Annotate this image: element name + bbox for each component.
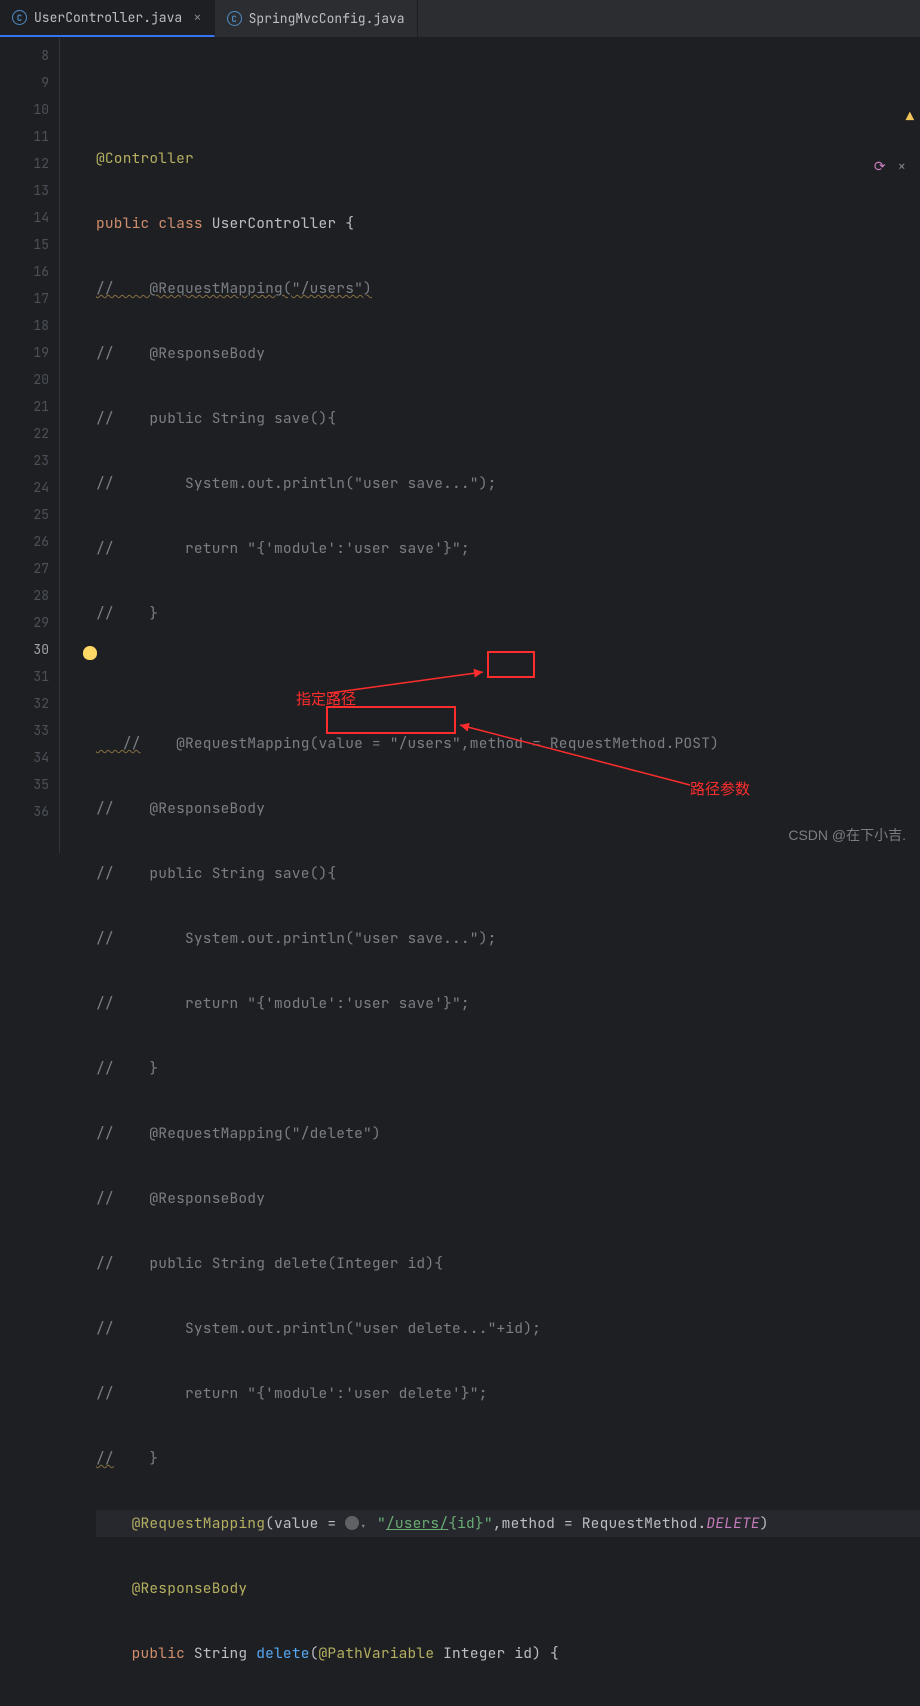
line-number[interactable]: 35: [0, 771, 49, 798]
tab-bar: C UserController.java × C SpringMvcConfi…: [0, 0, 920, 38]
code-line: // @RequestMapping("/delete"): [96, 1120, 920, 1147]
tab-label: SpringMvcConfig.java: [249, 10, 405, 27]
code-line: // @RequestMapping("/users"): [96, 275, 920, 302]
line-number[interactable]: 36: [0, 798, 49, 825]
code-line: // }: [96, 600, 920, 627]
line-number[interactable]: 10: [0, 96, 49, 123]
line-number[interactable]: 12: [0, 150, 49, 177]
line-number[interactable]: 24: [0, 474, 49, 501]
line-number[interactable]: 33: [0, 717, 49, 744]
line-number[interactable]: 18: [0, 312, 49, 339]
code-line: // System.out.println("user save...");: [96, 470, 920, 497]
line-number[interactable]: 21: [0, 393, 49, 420]
line-number[interactable]: 14: [0, 204, 49, 231]
code-line: public class UserController {: [96, 210, 920, 237]
code-line: // @RequestMapping(value = "/users",meth…: [96, 730, 920, 757]
code-line: // @ResponseBody: [96, 340, 920, 367]
line-number[interactable]: 15: [0, 231, 49, 258]
watermark: CSDN @在下小吉.: [788, 825, 906, 845]
code-line: // return "{'module':'user delete'}";: [96, 1380, 920, 1407]
code-line: // System.out.println("user save...");: [96, 925, 920, 952]
code-line: // return "{'module':'user save'}";: [96, 990, 920, 1017]
reader-mode-icon[interactable]: ⟳: [874, 158, 886, 176]
code-area[interactable]: @Controller public class UserController …: [60, 38, 920, 853]
line-number[interactable]: 11: [0, 123, 49, 150]
code-line: System.out.println("user delete..." + id…: [96, 1705, 920, 1706]
code-line: // return "{'module':'user save'}";: [96, 535, 920, 562]
code-line: @ResponseBody: [96, 1575, 920, 1602]
line-number[interactable]: 34: [0, 744, 49, 771]
line-number[interactable]: 30: [0, 636, 49, 663]
tab-label: UserController.java: [34, 9, 182, 26]
line-number[interactable]: 8: [0, 42, 49, 69]
warning-icon[interactable]: ▲: [906, 108, 914, 126]
line-number[interactable]: 17: [0, 285, 49, 312]
line-number[interactable]: 31: [0, 663, 49, 690]
code-line-active: @RequestMapping(value = "/users/{id}",me…: [96, 1510, 920, 1537]
line-number[interactable]: 23: [0, 447, 49, 474]
line-number[interactable]: 13: [0, 177, 49, 204]
code-line: // }: [96, 1445, 920, 1472]
code-line: // public String save(){: [96, 860, 920, 887]
line-number[interactable]: 20: [0, 366, 49, 393]
code-line: // public String delete(Integer id){: [96, 1250, 920, 1277]
line-number[interactable]: 25: [0, 501, 49, 528]
editor-actions: ⟳ ×: [874, 158, 906, 176]
line-number[interactable]: 16: [0, 258, 49, 285]
code-line: @Controller: [96, 145, 920, 172]
line-number[interactable]: 27: [0, 555, 49, 582]
close-icon[interactable]: ×: [193, 9, 201, 27]
line-number[interactable]: 9: [0, 69, 49, 96]
line-number[interactable]: 19: [0, 339, 49, 366]
code-line: // }: [96, 1055, 920, 1082]
line-gutter: 8910111213141516171819202122232425262728…: [0, 38, 60, 853]
editor: 8910111213141516171819202122232425262728…: [0, 38, 920, 853]
code-line: // @ResponseBody: [96, 795, 920, 822]
code-line: public String delete(@PathVariable Integ…: [96, 1640, 920, 1667]
class-icon: C: [227, 11, 242, 26]
code-line: // System.out.println("user delete..."+i…: [96, 1315, 920, 1342]
code-line: // @ResponseBody: [96, 1185, 920, 1212]
line-number[interactable]: 29: [0, 609, 49, 636]
line-number[interactable]: 26: [0, 528, 49, 555]
code-line: [96, 665, 920, 692]
line-number[interactable]: 28: [0, 582, 49, 609]
close-icon[interactable]: ×: [898, 158, 906, 176]
line-number[interactable]: 22: [0, 420, 49, 447]
tab-usercontroller[interactable]: C UserController.java ×: [0, 0, 215, 37]
line-number[interactable]: 32: [0, 690, 49, 717]
tab-springmvcconfig[interactable]: C SpringMvcConfig.java: [215, 0, 418, 37]
globe-icon[interactable]: [345, 1516, 359, 1530]
code-line: [96, 80, 920, 107]
lightbulb-icon[interactable]: [83, 646, 97, 660]
class-icon: C: [12, 10, 27, 25]
code-line: // public String save(){: [96, 405, 920, 432]
